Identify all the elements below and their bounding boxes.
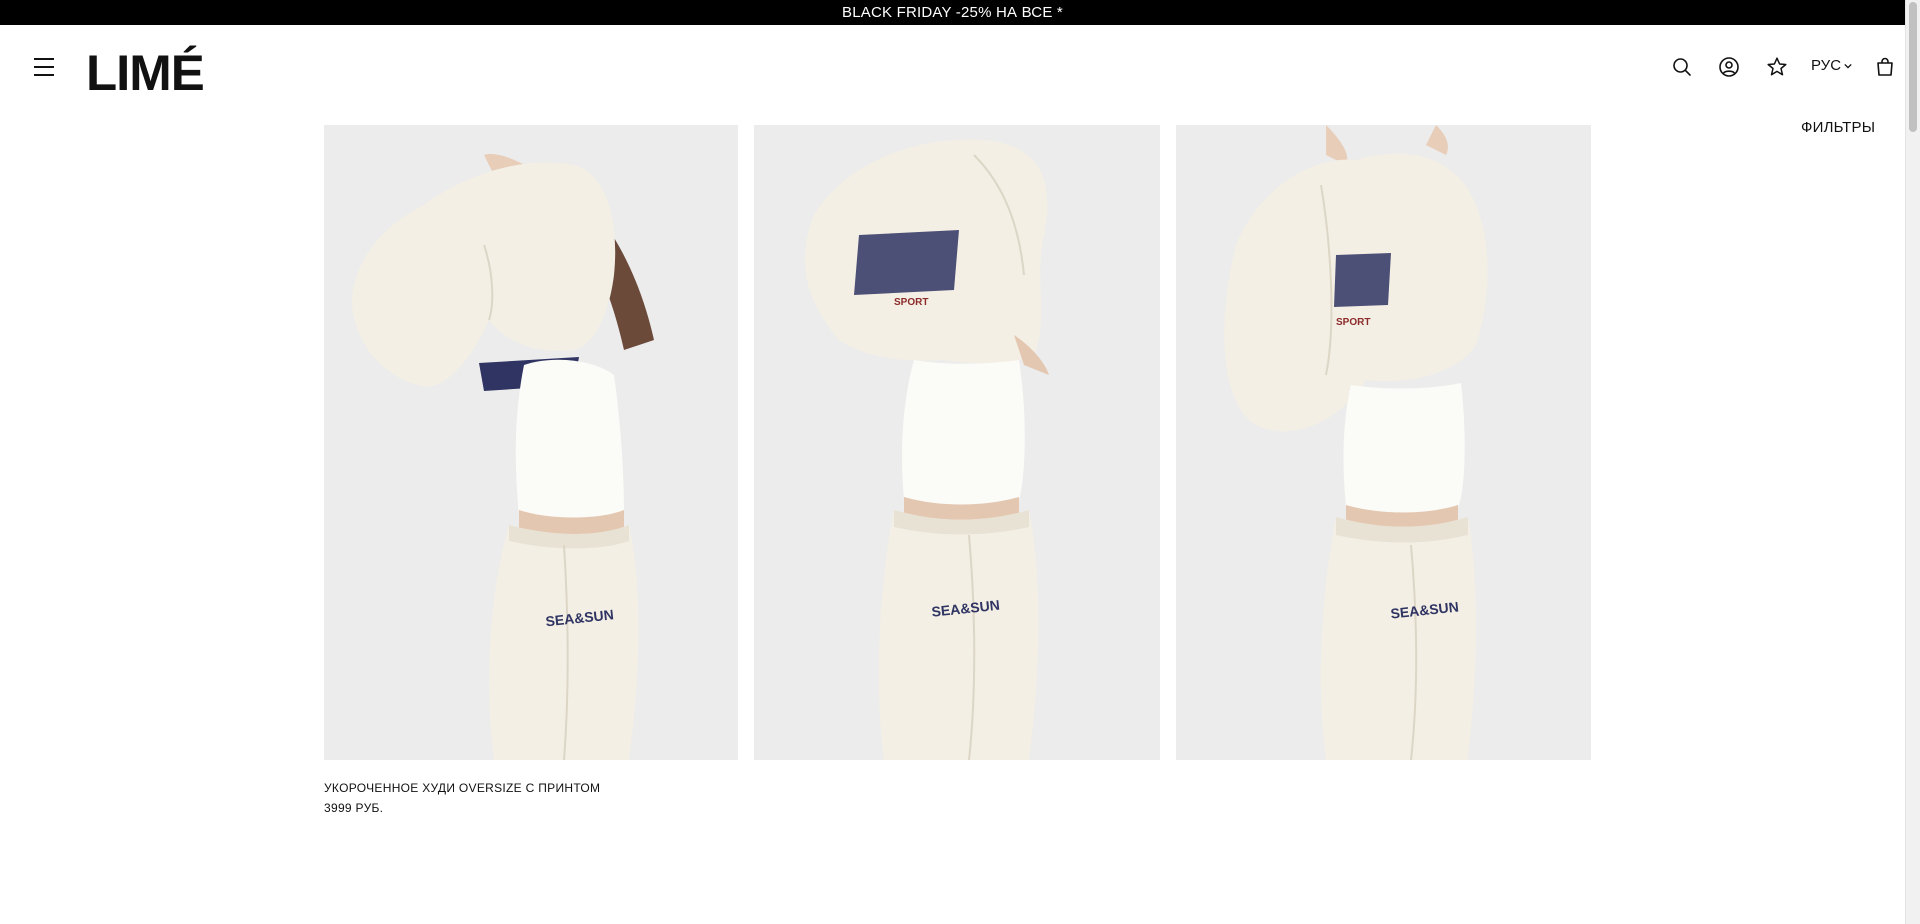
favorites-star-icon[interactable] <box>1765 55 1789 79</box>
filters-button[interactable]: ФИЛЬТРЫ <box>1801 119 1875 136</box>
language-selector[interactable]: РУС <box>1811 57 1852 74</box>
cart-bag-icon[interactable] <box>1873 55 1897 79</box>
brand-logo[interactable]: LIMÉ <box>86 43 212 101</box>
svg-text:SPORT: SPORT <box>1336 317 1370 328</box>
promo-banner[interactable]: BLACK FRIDAY -25% НА ВСЕ * <box>0 0 1905 25</box>
menu-icon[interactable] <box>34 58 54 76</box>
search-icon[interactable] <box>1670 55 1694 79</box>
product-photo-3[interactable]: SPORT SEA&SUN <box>1176 125 1591 760</box>
product-price: 3999 РУБ. <box>324 801 384 815</box>
svg-text:SPORT: SPORT <box>894 297 928 308</box>
logo-text: LIMÉ <box>86 45 205 101</box>
language-label: РУС <box>1811 57 1842 74</box>
scrollbar-thumb[interactable] <box>1909 2 1917 132</box>
product-gallery: SEA&SUN SPORT SEA&SUN SPORT SEA&SUN <box>324 125 1592 760</box>
product-name[interactable]: УКОРОЧЕННОЕ ХУДИ OVERSIZE С ПРИНТОМ <box>324 781 600 795</box>
page-scrollbar[interactable] <box>1905 0 1920 924</box>
chevron-down-icon <box>1844 63 1852 69</box>
site-header: LIMÉ РУС <box>0 25 1905 109</box>
account-icon[interactable] <box>1717 55 1741 79</box>
product-photo-1[interactable]: SEA&SUN <box>324 125 738 760</box>
promo-text: BLACK FRIDAY -25% НА ВСЕ * <box>842 4 1063 21</box>
product-photo-2[interactable]: SPORT SEA&SUN <box>754 125 1160 760</box>
